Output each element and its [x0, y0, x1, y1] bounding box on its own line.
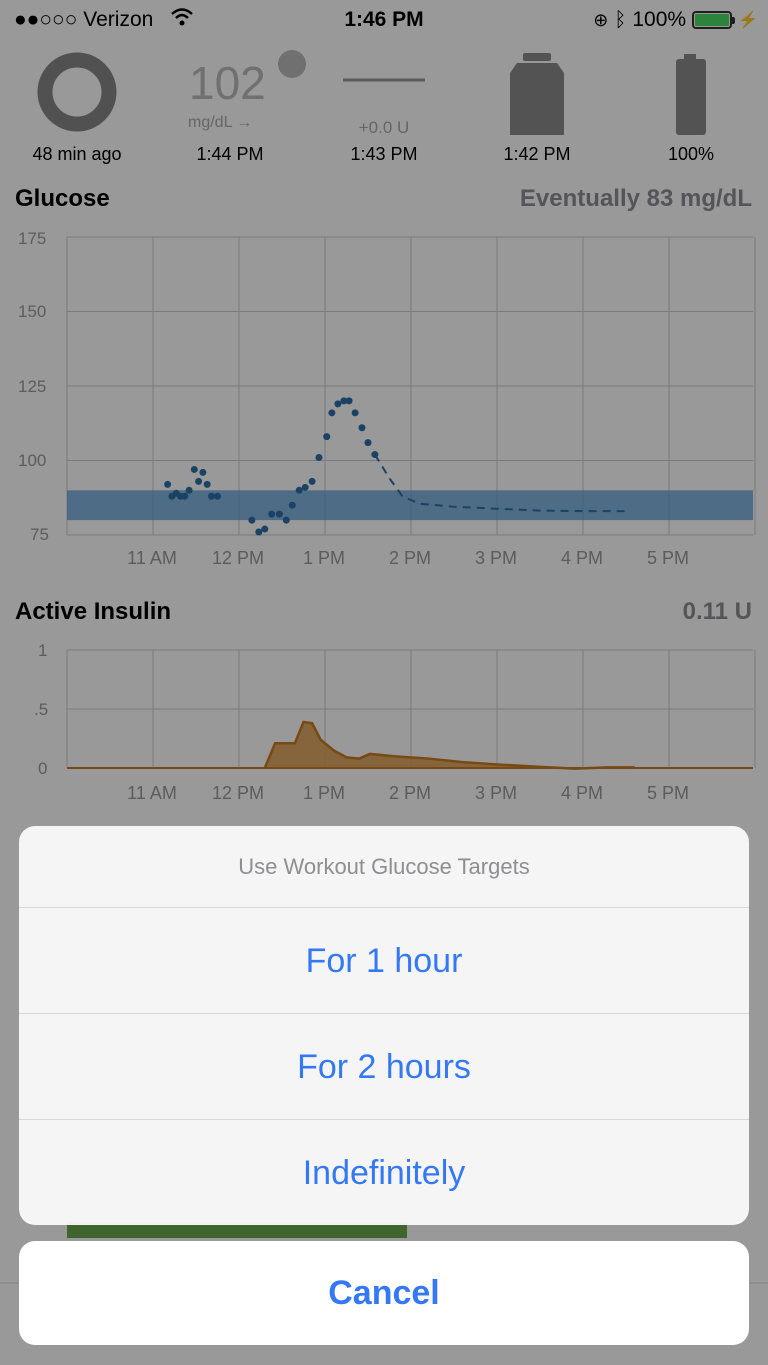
workout-targets-action-sheet: Use Workout Glucose Targets For 1 hour F…: [19, 826, 749, 1225]
for-2-hours-button[interactable]: For 2 hours: [19, 1013, 749, 1119]
action-sheet-title: Use Workout Glucose Targets: [238, 854, 530, 879]
for-1-hour-button[interactable]: For 1 hour: [19, 907, 749, 1013]
cancel-button[interactable]: Cancel: [19, 1241, 749, 1345]
indefinitely-button[interactable]: Indefinitely: [19, 1119, 749, 1225]
